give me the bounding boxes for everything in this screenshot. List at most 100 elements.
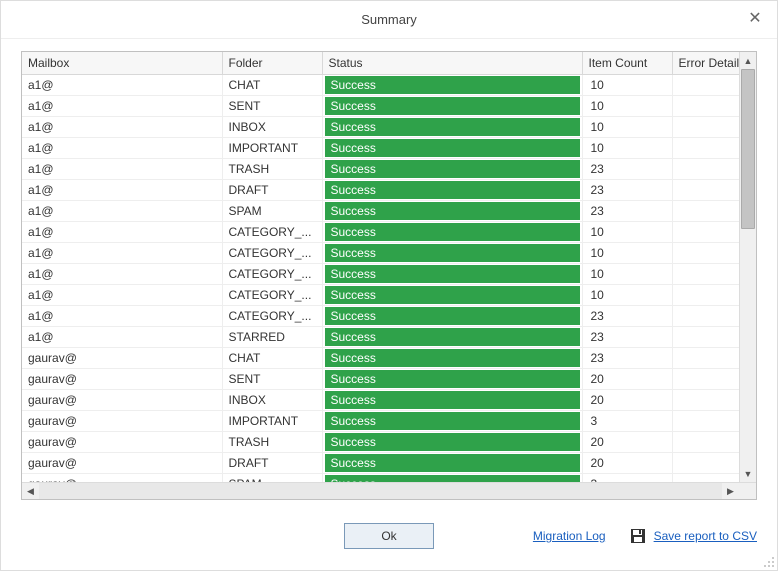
cell-item-count: 23 [582, 306, 672, 327]
col-header-item-count[interactable]: Item Count [582, 52, 672, 75]
table-row[interactable]: a1@CHATSuccess10 [22, 75, 739, 96]
cell-status: Success [322, 285, 582, 306]
cell-status: Success [322, 411, 582, 432]
scroll-thumb[interactable] [741, 69, 755, 229]
table-row[interactable]: gaurav@DRAFTSuccess20 [22, 453, 739, 474]
col-header-status[interactable]: Status [322, 52, 582, 75]
col-header-mailbox[interactable]: Mailbox [22, 52, 222, 75]
cell-status: Success [322, 222, 582, 243]
scroll-left-icon[interactable]: ◀ [22, 483, 39, 499]
table-row[interactable]: a1@CATEGORY_...Success10 [22, 243, 739, 264]
table-row[interactable]: a1@INBOXSuccess10 [22, 117, 739, 138]
cell-status: Success [322, 432, 582, 453]
cell-mailbox: a1@ [22, 222, 222, 243]
close-icon[interactable]: ✕ [745, 9, 765, 29]
table-row[interactable]: a1@DRAFTSuccess23 [22, 180, 739, 201]
table-row[interactable]: a1@SPAMSuccess23 [22, 201, 739, 222]
cell-status: Success [322, 138, 582, 159]
scroll-right-icon[interactable]: ▶ [722, 483, 739, 499]
ok-button[interactable]: Ok [344, 523, 434, 549]
cell-folder: INBOX [222, 390, 322, 411]
cell-item-count: 23 [582, 201, 672, 222]
cell-status: Success [322, 201, 582, 222]
cell-status: Success [322, 369, 582, 390]
table-row[interactable]: gaurav@INBOXSuccess20 [22, 390, 739, 411]
status-badge: Success [325, 223, 580, 241]
status-badge: Success [325, 118, 580, 136]
status-badge: Success [325, 370, 580, 388]
status-badge: Success [325, 412, 580, 430]
cell-error-details [672, 159, 739, 180]
table-header-row: Mailbox Folder Status Item Count Error D… [22, 52, 739, 75]
table-row[interactable]: gaurav@TRASHSuccess20 [22, 432, 739, 453]
cell-status: Success [322, 453, 582, 474]
cell-mailbox: a1@ [22, 159, 222, 180]
cell-mailbox: a1@ [22, 264, 222, 285]
scroll-up-icon[interactable]: ▲ [740, 52, 756, 69]
status-badge: Success [325, 286, 580, 304]
table-row[interactable]: a1@CATEGORY_...Success23 [22, 306, 739, 327]
table-row[interactable]: a1@CATEGORY_...Success10 [22, 264, 739, 285]
cell-status: Success [322, 306, 582, 327]
table-row[interactable]: a1@STARREDSuccess23 [22, 327, 739, 348]
cell-folder: TRASH [222, 432, 322, 453]
status-badge: Success [325, 139, 580, 157]
status-badge: Success [325, 307, 580, 325]
cell-error-details [672, 348, 739, 369]
cell-mailbox: a1@ [22, 180, 222, 201]
cell-item-count: 10 [582, 285, 672, 306]
table-row[interactable]: gaurav@SENTSuccess20 [22, 369, 739, 390]
cell-item-count: 10 [582, 75, 672, 96]
cell-item-count: 23 [582, 348, 672, 369]
cell-error-details [672, 411, 739, 432]
vertical-scrollbar[interactable]: ▲ ▼ [739, 52, 756, 482]
cell-mailbox: a1@ [22, 285, 222, 306]
table-row[interactable]: a1@IMPORTANTSuccess10 [22, 138, 739, 159]
cell-mailbox: a1@ [22, 138, 222, 159]
cell-status: Success [322, 96, 582, 117]
scroll-track[interactable] [740, 69, 756, 465]
cell-item-count: 10 [582, 264, 672, 285]
save-report-csv-link[interactable]: Save report to CSV [654, 529, 757, 543]
cell-mailbox: a1@ [22, 201, 222, 222]
cell-status: Success [322, 243, 582, 264]
cell-status: Success [322, 327, 582, 348]
status-badge: Success [325, 244, 580, 262]
cell-item-count: 3 [582, 411, 672, 432]
scroll-down-icon[interactable]: ▼ [740, 465, 756, 482]
cell-mailbox: gaurav@ [22, 411, 222, 432]
status-badge: Success [325, 433, 580, 451]
cell-folder: CATEGORY_... [222, 285, 322, 306]
migration-log-link[interactable]: Migration Log [533, 529, 606, 543]
status-badge: Success [325, 475, 580, 482]
cell-folder: CATEGORY_... [222, 243, 322, 264]
table-row[interactable]: gaurav@CHATSuccess23 [22, 348, 739, 369]
table-row[interactable]: a1@TRASHSuccess23 [22, 159, 739, 180]
hscroll-track[interactable] [39, 483, 722, 499]
cell-folder: CHAT [222, 348, 322, 369]
cell-error-details [672, 243, 739, 264]
cell-status: Success [322, 117, 582, 138]
cell-mailbox: a1@ [22, 75, 222, 96]
status-badge: Success [325, 349, 580, 367]
table-row[interactable]: gaurav@IMPORTANTSuccess 3 [22, 411, 739, 432]
cell-folder: CATEGORY_... [222, 306, 322, 327]
table-row[interactable]: a1@CATEGORY_...Success10 [22, 222, 739, 243]
col-header-folder[interactable]: Folder [222, 52, 322, 75]
cell-item-count: 23 [582, 327, 672, 348]
cell-error-details [672, 201, 739, 222]
cell-error-details [672, 117, 739, 138]
cell-mailbox: gaurav@ [22, 453, 222, 474]
cell-error-details [672, 474, 739, 483]
table-row[interactable]: a1@SENTSuccess10 [22, 96, 739, 117]
cell-folder: SPAM [222, 201, 322, 222]
cell-error-details [672, 327, 739, 348]
col-header-error-details[interactable]: Error Details [672, 52, 739, 75]
cell-mailbox: a1@ [22, 96, 222, 117]
table-row[interactable]: gaurav@SPAMSuccess 3 [22, 474, 739, 483]
table-row[interactable]: a1@CATEGORY_...Success10 [22, 285, 739, 306]
cell-folder: IMPORTANT [222, 138, 322, 159]
cell-item-count: 20 [582, 432, 672, 453]
horizontal-scrollbar[interactable]: ◀ ▶ [22, 482, 756, 499]
resize-grip-icon[interactable] [763, 556, 775, 568]
